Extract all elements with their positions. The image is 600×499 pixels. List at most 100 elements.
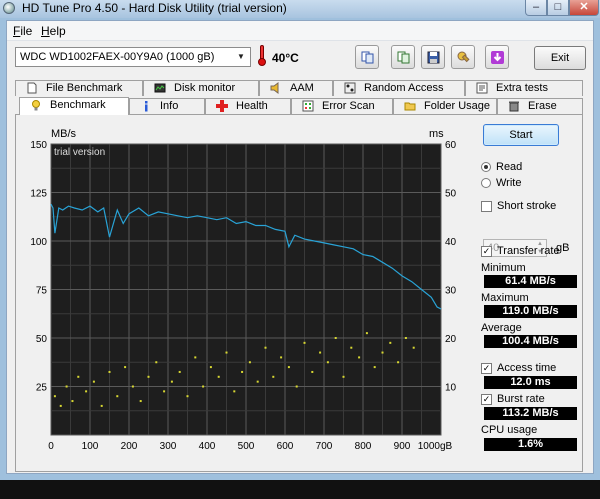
cpu-usage-label: CPU usage: [481, 424, 538, 436]
right-axis-label: ms: [429, 128, 444, 140]
x-tick-label: 0: [48, 441, 54, 452]
app-icon: [3, 2, 15, 14]
access-time-point: [65, 385, 68, 388]
y-right-tick-label: 40: [445, 237, 457, 248]
access-time-point: [116, 395, 119, 398]
access-time-point: [155, 361, 158, 364]
access-time-point: [334, 337, 337, 339]
access-time-point: [217, 375, 220, 378]
burst-rate-label: Burst rate: [497, 393, 545, 405]
y-left-tick-label: 150: [30, 140, 47, 151]
access-time-point: [77, 375, 80, 378]
access-time-point: [139, 400, 142, 403]
access-time-point: [163, 390, 166, 393]
y-right-tick-label: 20: [445, 334, 457, 345]
access-time-point: [389, 341, 392, 344]
burst-rate-value: 113.2 MB/s: [484, 407, 577, 420]
x-tick-label: 800: [355, 441, 372, 452]
access-time-point: [412, 346, 415, 349]
access-time-point: [397, 361, 400, 364]
y-right-tick-label: 10: [445, 383, 457, 394]
x-tick-label: 500: [238, 441, 255, 452]
trial-watermark: trial version: [54, 147, 105, 158]
left-axis-label: MB/s: [51, 128, 77, 140]
check-icon: ✓: [482, 246, 491, 256]
access-time-point: [342, 375, 345, 378]
y-right-tick-label: 30: [445, 286, 457, 297]
y-left-tick-label: 75: [36, 286, 48, 297]
app-window: HD Tune Pro 4.50 - Hard Disk Utility (tr…: [0, 0, 600, 480]
access-time-point: [71, 400, 74, 403]
access-time-point: [85, 390, 88, 393]
access-time-point: [326, 361, 329, 364]
access-time-point: [358, 356, 361, 359]
average-label: Average: [481, 322, 522, 334]
access-time-point: [303, 341, 306, 344]
transfer-rate-label: Transfer rate: [497, 245, 560, 257]
y-left-tick-label: 25: [36, 383, 48, 394]
access-time-point: [124, 366, 127, 369]
access-time-point: [295, 385, 298, 388]
close-button[interactable]: ✕: [569, 0, 599, 16]
access-time-point: [311, 370, 314, 373]
x-tick-label: 200: [121, 441, 138, 452]
short-stroke-label: Short stroke: [497, 200, 557, 212]
transfer-rate-checkbox[interactable]: ✓: [481, 246, 492, 257]
access-time-point: [373, 366, 376, 369]
x-tick-label: 600: [277, 441, 294, 452]
write-radio[interactable]: [481, 178, 491, 188]
y-left-tick-label: 125: [30, 189, 47, 200]
minimum-label: Minimum: [481, 262, 526, 274]
access-time-point: [100, 404, 103, 407]
access-time-point: [178, 370, 181, 373]
access-time-checkbox[interactable]: ✓: [481, 363, 492, 374]
tab-label: Benchmark: [50, 99, 106, 111]
access-time-point: [280, 356, 283, 359]
write-label: Write: [496, 177, 522, 189]
access-time-point: [287, 366, 290, 369]
access-time-point: [256, 380, 259, 383]
access-time-point: [233, 390, 236, 393]
burst-rate-checkbox[interactable]: ✓: [481, 394, 492, 405]
access-time-point: [241, 370, 244, 373]
minimize-button[interactable]: –: [525, 0, 547, 16]
x-tick-label: 900: [394, 441, 411, 452]
benchmark-icon: [32, 100, 40, 111]
access-time-value: 12.0 ms: [484, 376, 577, 389]
access-time-point: [248, 361, 251, 364]
maximize-button[interactable]: □: [547, 0, 569, 16]
start-button[interactable]: Start: [483, 124, 559, 146]
access-time-point: [147, 375, 150, 378]
access-time-point: [131, 385, 134, 388]
tab-benchmark[interactable]: Benchmark: [19, 97, 129, 115]
client-area: File Help WDC WD1002FAEX-00Y9A0 (1000 gB…: [6, 20, 594, 474]
access-time-point: [202, 385, 205, 388]
access-time-point: [272, 375, 275, 378]
access-time-point: [170, 380, 173, 383]
title-bar[interactable]: HD Tune Pro 4.50 - Hard Disk Utility (tr…: [0, 0, 600, 18]
access-time-point: [59, 404, 62, 407]
read-radio[interactable]: [481, 162, 491, 172]
access-time-point: [319, 351, 322, 354]
x-tick-label: 400: [199, 441, 216, 452]
average-value: 100.4 MB/s: [484, 335, 577, 348]
access-time-point: [194, 356, 197, 359]
cpu-usage-value: 1.6%: [484, 438, 577, 451]
read-label: Read: [496, 161, 523, 173]
y-left-tick-label: 100: [30, 237, 47, 248]
access-time-point: [53, 395, 56, 398]
x-tick-label: 300: [160, 441, 177, 452]
access-time-point: [264, 346, 267, 349]
x-tick-label: 1000gB: [418, 441, 453, 452]
y-right-tick-label: 50: [445, 189, 457, 200]
short-stroke-checkbox[interactable]: [481, 201, 492, 212]
x-tick-label: 700: [316, 441, 333, 452]
access-time-point: [225, 351, 228, 354]
access-time-point: [92, 380, 95, 383]
access-time-point: [108, 370, 111, 373]
window-title: HD Tune Pro 4.50 - Hard Disk Utility (tr…: [22, 1, 287, 15]
check-icon: ✓: [482, 394, 491, 404]
access-time-point: [350, 346, 353, 349]
minimum-value: 61.4 MB/s: [484, 275, 577, 288]
access-time-point: [209, 366, 212, 369]
